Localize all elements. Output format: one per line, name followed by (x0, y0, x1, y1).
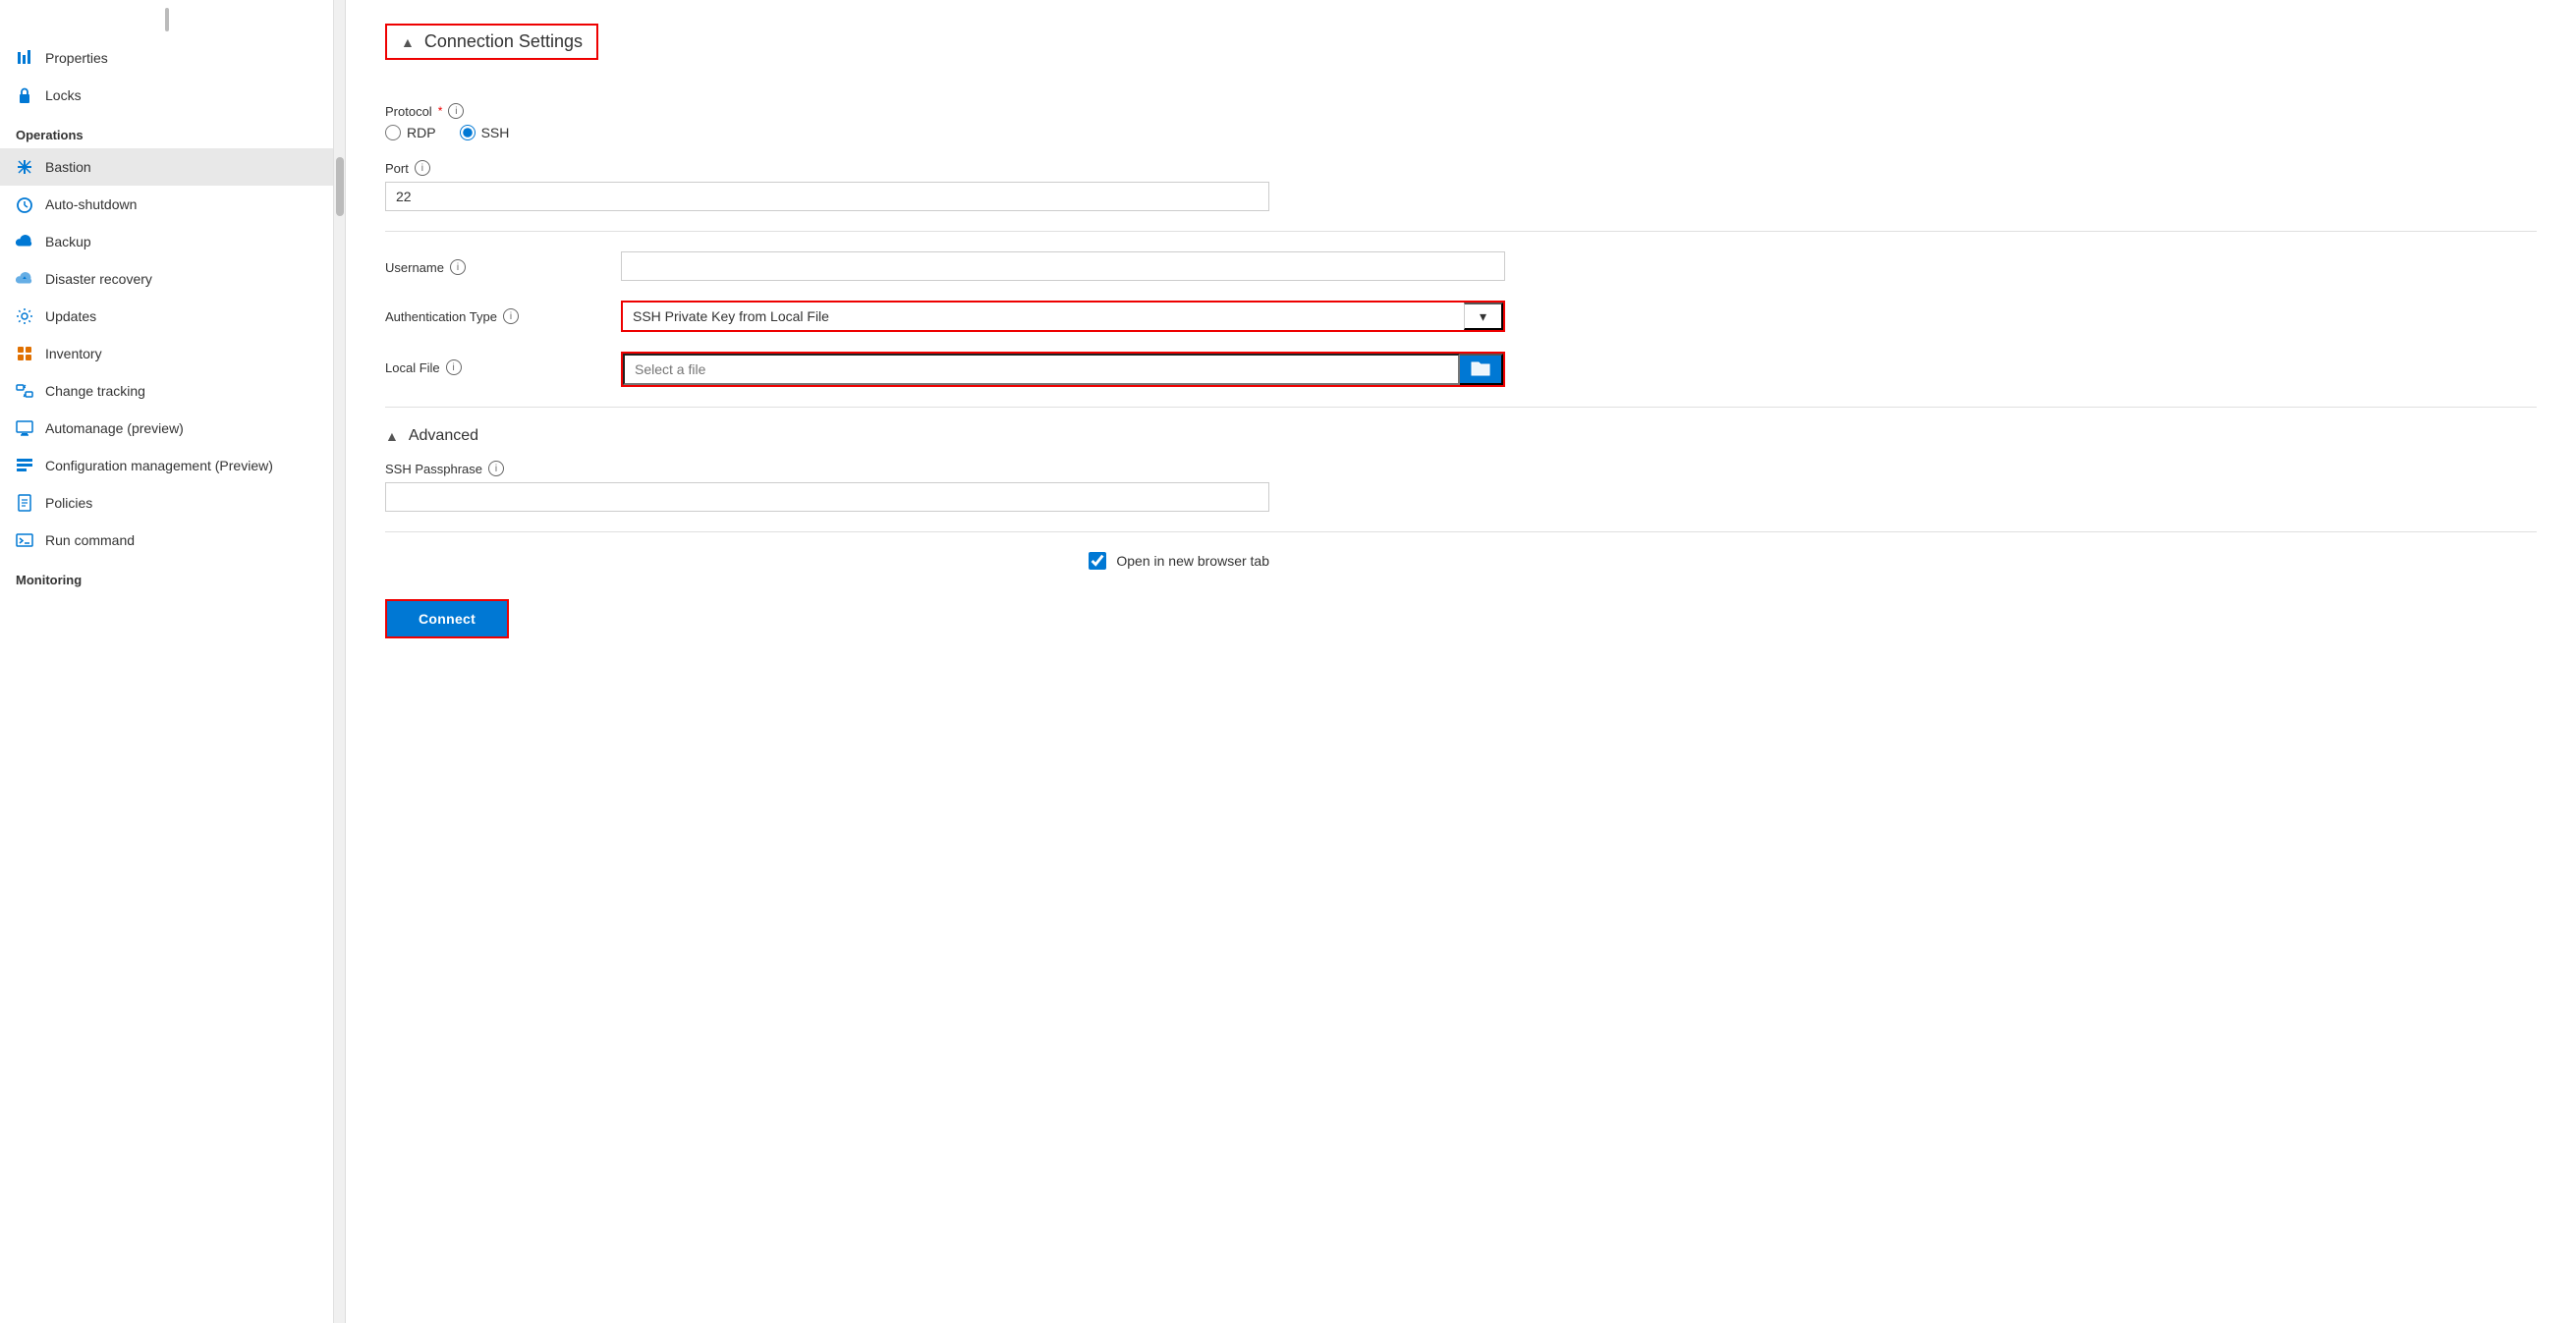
run-command-icon (16, 531, 33, 549)
sidebar-item-policies[interactable]: Policies (0, 484, 333, 522)
sidebar: Properties Locks Operations Bastion (0, 0, 334, 1323)
sidebar-item-inventory-label: Inventory (45, 346, 102, 361)
sidebar-item-policies-label: Policies (45, 495, 92, 511)
scroll-indicator-top (165, 8, 169, 31)
username-label: Username i (385, 259, 601, 275)
protocol-ssh-radio[interactable] (460, 125, 476, 140)
sidebar-item-auto-shutdown-label: Auto-shutdown (45, 196, 137, 212)
operations-section-label: Operations (0, 114, 333, 148)
username-info-icon[interactable]: i (450, 259, 466, 275)
sidebar-item-run-command-label: Run command (45, 532, 135, 548)
folder-icon (1471, 358, 1490, 381)
clock-icon (16, 195, 33, 213)
local-file-input[interactable] (623, 354, 1460, 385)
inventory-icon (16, 345, 33, 362)
protocol-rdp-label: RDP (407, 125, 436, 140)
sidebar-item-updates-label: Updates (45, 308, 96, 324)
protocol-row: Protocol * i RDP SSH (385, 103, 2537, 140)
protocol-info-icon[interactable]: i (448, 103, 464, 119)
sidebar-item-auto-shutdown[interactable]: Auto-shutdown (0, 186, 333, 223)
local-file-info-icon[interactable]: i (446, 359, 462, 375)
passphrase-row: SSH Passphrase i (385, 461, 2537, 512)
sidebar-item-locks[interactable]: Locks (0, 77, 333, 114)
policies-icon (16, 494, 33, 512)
main-content: ▲ Connection Settings Protocol * i RDP S… (346, 0, 2576, 1323)
sidebar-item-disaster-recovery-label: Disaster recovery (45, 271, 152, 287)
sidebar-item-run-command[interactable]: Run command (0, 522, 333, 559)
sidebar-item-change-tracking-label: Change tracking (45, 383, 145, 399)
scrollbar-thumb[interactable] (336, 157, 344, 216)
sidebar-item-automanage[interactable]: Automanage (preview) (0, 410, 333, 447)
open-new-tab-label: Open in new browser tab (1116, 553, 1269, 569)
local-file-label: Local File i (385, 359, 601, 375)
connection-settings-chevron: ▲ (401, 34, 415, 50)
monitoring-section-label: Monitoring (0, 559, 333, 593)
change-tracking-icon (16, 382, 33, 400)
port-label: Port i (385, 160, 2537, 176)
auth-type-dropdown-btn[interactable]: ▾ (1464, 303, 1503, 330)
sidebar-item-updates[interactable]: Updates (0, 298, 333, 335)
sidebar-item-properties[interactable]: Properties (0, 39, 333, 77)
sidebar-item-disaster-recovery[interactable]: Disaster recovery (0, 260, 333, 298)
sidebar-item-config-mgmt-label: Configuration management (Preview) (45, 458, 273, 473)
bars-icon (16, 49, 33, 67)
protocol-rdp-radio[interactable] (385, 125, 401, 140)
local-file-row: Local File i (385, 352, 2537, 387)
sidebar-item-backup-label: Backup (45, 234, 91, 249)
gear-icon (16, 307, 33, 325)
passphrase-input[interactable] (385, 482, 1269, 512)
advanced-chevron: ▲ (385, 428, 399, 444)
sidebar-item-change-tracking[interactable]: Change tracking (0, 372, 333, 410)
sidebar-item-backup[interactable]: Backup (0, 223, 333, 260)
sidebar-item-locks-label: Locks (45, 87, 82, 103)
username-input[interactable] (621, 251, 1505, 281)
port-info-icon[interactable]: i (415, 160, 430, 176)
automanage-icon (16, 419, 33, 437)
local-file-wrapper (621, 352, 1505, 387)
auth-type-info-icon[interactable]: i (503, 308, 519, 324)
auth-type-row: Authentication Type i SSH Private Key fr… (385, 301, 2537, 332)
port-input[interactable]: 22 (385, 182, 1269, 211)
required-star: * (438, 104, 443, 118)
form-divider-2 (385, 407, 2537, 408)
auth-type-label: Authentication Type i (385, 308, 601, 324)
passphrase-info-icon[interactable]: i (488, 461, 504, 476)
auth-type-value: SSH Private Key from Local File (623, 303, 1464, 330)
form-divider-3 (385, 531, 2537, 532)
backup-icon (16, 233, 33, 250)
protocol-label: Protocol * i (385, 103, 2537, 119)
config-mgmt-icon (16, 457, 33, 474)
open-new-tab-row: Open in new browser tab (385, 552, 1269, 570)
connection-settings-header[interactable]: ▲ Connection Settings (385, 24, 598, 60)
sidebar-item-inventory[interactable]: Inventory (0, 335, 333, 372)
advanced-header[interactable]: ▲ Advanced (385, 427, 2537, 445)
auth-type-dropdown[interactable]: SSH Private Key from Local File ▾ (621, 301, 1505, 332)
protocol-ssh-option[interactable]: SSH (460, 125, 510, 140)
advanced-title: Advanced (409, 427, 478, 445)
port-row: Port i 22 (385, 160, 2537, 211)
sidebar-item-bastion[interactable]: Bastion (0, 148, 333, 186)
lock-icon (16, 86, 33, 104)
connect-btn-wrapper: Connect (385, 599, 509, 638)
open-new-tab-checkbox[interactable] (1089, 552, 1106, 570)
chevron-down-icon: ▾ (1480, 308, 1486, 325)
connect-button[interactable]: Connect (387, 601, 507, 636)
protocol-rdp-option[interactable]: RDP (385, 125, 436, 140)
sidebar-item-config-mgmt[interactable]: Configuration management (Preview) (0, 447, 333, 484)
sidebar-item-automanage-label: Automanage (preview) (45, 420, 184, 436)
file-picker-btn[interactable] (1460, 354, 1503, 385)
sidebar-item-bastion-label: Bastion (45, 159, 91, 175)
sidebar-item-properties-label: Properties (45, 50, 108, 66)
disaster-recovery-icon (16, 270, 33, 288)
protocol-ssh-label: SSH (481, 125, 510, 140)
connection-settings-title: Connection Settings (424, 31, 583, 52)
username-row: Username i (385, 251, 2537, 281)
bastion-icon (16, 158, 33, 176)
form-divider-1 (385, 231, 2537, 232)
protocol-radio-group: RDP SSH (385, 125, 2537, 140)
scrollbar-track[interactable] (334, 0, 346, 1323)
passphrase-label: SSH Passphrase i (385, 461, 2537, 476)
